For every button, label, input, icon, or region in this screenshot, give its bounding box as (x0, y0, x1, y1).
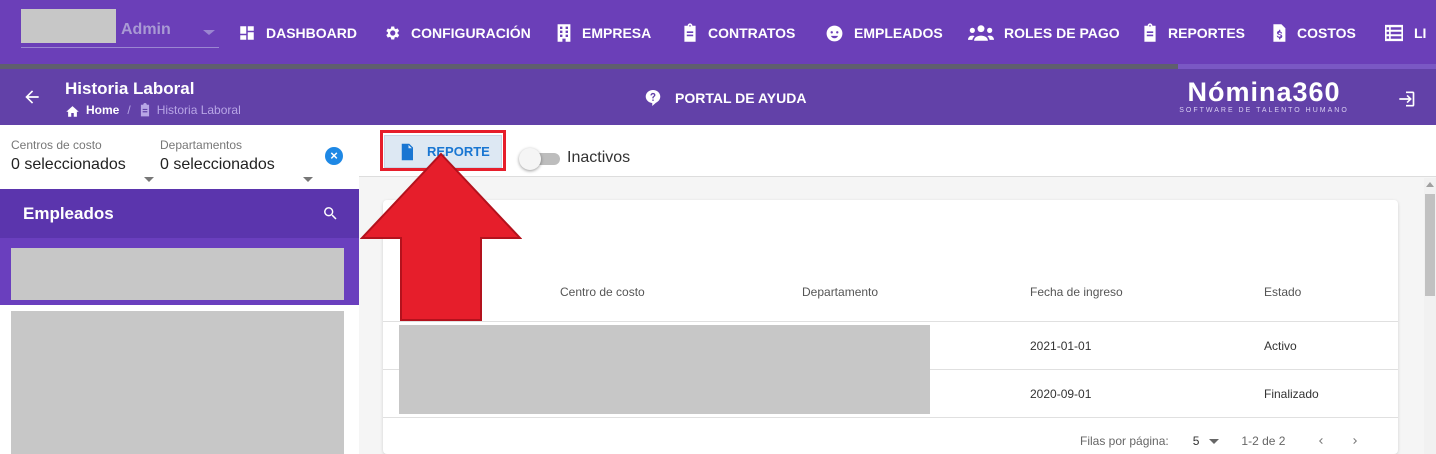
help-portal-label: PORTAL DE AYUDA (675, 90, 807, 106)
nav-contratos-label: CONTRATOS (708, 25, 796, 41)
department-value[interactable]: 0 seleccionados (160, 156, 275, 174)
back-arrow-icon[interactable] (22, 87, 42, 107)
clipboard-icon (1144, 23, 1156, 42)
nav-dashboard-label: DASHBOARD (266, 25, 357, 41)
scroll-up-arrow-icon[interactable] (1426, 182, 1434, 187)
clear-filter-icon[interactable]: × (325, 147, 343, 165)
dashboard-icon (240, 26, 254, 40)
clipboard-icon (684, 23, 696, 42)
user-role-label[interactable]: Admin (121, 21, 171, 39)
list-icon (1385, 24, 1403, 42)
breadcrumb-bar: Historia Laboral Home / Historia Laboral… (0, 69, 1436, 125)
search-icon[interactable] (322, 205, 339, 222)
column-header-cost-center[interactable]: Centro de costo (560, 285, 645, 299)
nav-contratos[interactable]: CONTRATOS (682, 20, 795, 46)
column-header-status[interactable]: Estado (1264, 285, 1301, 299)
breadcrumb-current: Historia Laboral (156, 103, 241, 117)
table-cell-start-date: 2020-09-01 (1030, 387, 1092, 401)
cost-center-label: Centros de costo (11, 138, 102, 152)
dollar-doc-icon (1273, 24, 1286, 42)
table-rows-redacted (399, 325, 930, 414)
page-title: Historia Laboral (65, 79, 195, 98)
chevron-down-icon[interactable] (303, 177, 313, 182)
employees-header: Empleados (0, 189, 359, 238)
cost-center-value[interactable]: 0 seleccionados (11, 156, 126, 174)
table-header-divider (383, 321, 1398, 322)
inactive-toggle-label: Inactivos (567, 149, 631, 166)
chevron-down-icon[interactable] (1209, 439, 1219, 444)
nav-roles-de-pago-label: ROLES DE PAGO (1004, 25, 1120, 41)
user-menu-caret-icon[interactable] (203, 30, 215, 35)
clipboard-icon (140, 103, 149, 117)
nav-roles-de-pago[interactable]: ROLES DE PAGO (968, 20, 1120, 46)
help-portal-link[interactable]: PORTAL DE AYUDA (645, 89, 806, 107)
page-range: 1-2 de 2 (1241, 434, 1286, 448)
scrollbar-thumb[interactable] (1425, 194, 1435, 296)
employee-list-redacted[interactable] (11, 311, 344, 454)
home-icon[interactable] (65, 104, 80, 117)
nav-empleados[interactable]: EMPLEADOS (825, 20, 943, 46)
gear-icon (386, 26, 400, 40)
nav-reportes[interactable]: REPORTES (1142, 20, 1245, 46)
user-avatar-redacted[interactable] (21, 9, 116, 43)
nav-reportes-label: REPORTES (1168, 25, 1246, 41)
table-row-divider (383, 417, 1398, 418)
nav-empresa-label: EMPRESA (582, 25, 652, 41)
face-icon (826, 25, 843, 41)
logout-icon[interactable] (1396, 89, 1416, 109)
pagination: Filas por página: 5 1-2 de 2 (1080, 434, 1361, 448)
employee-name-redacted (11, 248, 344, 300)
brand-logo: Nómina360 SOFTWARE DE TALENTO HUMANO (1174, 77, 1354, 114)
chevron-down-icon[interactable] (144, 177, 154, 182)
table-cell-status: Finalizado (1264, 387, 1319, 401)
rows-per-page-select[interactable]: 5 (1193, 434, 1200, 448)
nav-li[interactable]: LI (1384, 20, 1426, 46)
chevron-right-icon[interactable] (1349, 435, 1361, 447)
department-filter[interactable]: Departamentos 0 seleccionados (160, 138, 319, 197)
nav-configuracion-label: CONFIGURACIÓN (411, 25, 531, 41)
cost-center-filter[interactable]: Centros de costo 0 seleccionados (11, 138, 154, 197)
column-header-start-date[interactable]: Fecha de ingreso (1030, 285, 1123, 299)
brand-tagline: SOFTWARE DE TALENTO HUMANO (1179, 107, 1349, 114)
annotation-arrow-icon (360, 152, 522, 321)
breadcrumb-separator: / (127, 103, 131, 117)
table-cell-status: Activo (1264, 339, 1297, 353)
employee-list-item-selected[interactable] (0, 238, 359, 305)
nav-dashboard[interactable]: DASHBOARD (238, 20, 357, 46)
people-icon (968, 25, 994, 41)
nav-configuracion[interactable]: CONFIGURACIÓN (383, 20, 531, 46)
inactive-toggle-knob[interactable] (519, 148, 541, 170)
nav-empleados-label: EMPLEADOS (854, 25, 943, 41)
nav-empresa[interactable]: EMPRESA (556, 20, 651, 46)
rows-per-page-label: Filas por página: (1080, 434, 1169, 448)
breadcrumb-home[interactable]: Home (86, 103, 119, 117)
department-label: Departamentos (160, 138, 243, 152)
nav-li-label: LI (1414, 25, 1427, 41)
column-header-department[interactable]: Departamento (802, 285, 878, 299)
table-cell-start-date: 2021-01-01 (1030, 339, 1092, 353)
help-icon (645, 90, 661, 106)
building-icon (557, 24, 571, 42)
breadcrumb: Home / Historia Laboral (65, 103, 241, 117)
top-nav: Admin DASHBOARD CONFIGURACIÓN EMPRESA CO… (0, 0, 1436, 64)
user-select-underline (21, 47, 219, 48)
employees-title: Empleados (23, 204, 114, 223)
nav-costos-label: COSTOS (1297, 25, 1356, 41)
brand-name: Nómina360 (1187, 77, 1341, 107)
nav-costos[interactable]: COSTOS (1271, 20, 1356, 46)
chevron-left-icon[interactable] (1315, 435, 1327, 447)
